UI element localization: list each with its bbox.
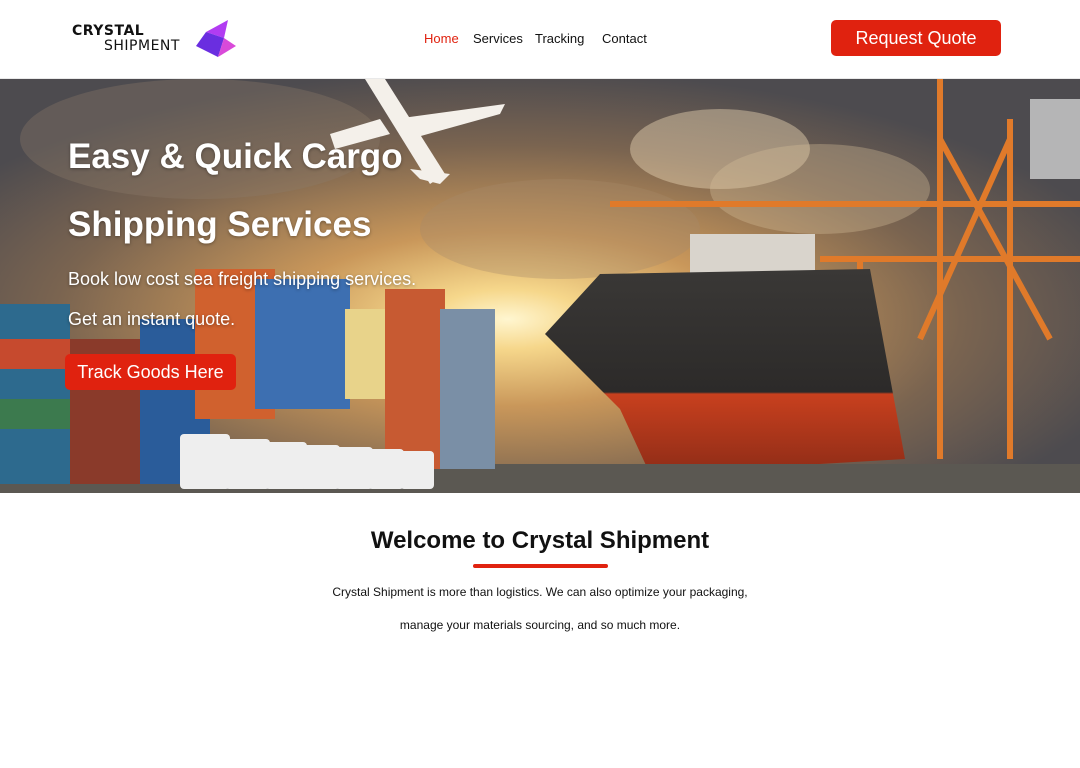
hero-banner: Easy & Quick Cargo Shipping Services Boo… — [0, 79, 1080, 493]
nav-contact[interactable]: Contact — [602, 31, 647, 46]
brand-name-line1: CRYSTAL — [72, 23, 145, 39]
welcome-heading: Welcome to Crystal Shipment — [370, 527, 710, 554]
site-header: CRYSTAL SHIPMENT Home Services Tracking … — [0, 0, 1080, 79]
request-quote-button[interactable]: Request Quote — [831, 20, 1001, 56]
brand-logo[interactable]: CRYSTAL SHIPMENT — [72, 20, 242, 60]
brand-name-line2: SHIPMENT — [104, 38, 180, 54]
nav-tracking[interactable]: Tracking — [535, 31, 584, 46]
crystal-logo-icon — [196, 20, 236, 57]
nav-services[interactable]: Services — [473, 31, 523, 46]
hero-title-line2: Shipping Services — [68, 205, 372, 244]
hero-subtitle-line1: Book low cost sea freight shipping servi… — [68, 269, 417, 289]
heading-underline — [473, 564, 608, 568]
nav-home[interactable]: Home — [424, 31, 459, 46]
hero-title-line1: Easy & Quick Cargo — [68, 137, 403, 176]
welcome-paragraph-line1: Crystal Shipment is more than logistics.… — [332, 585, 748, 599]
hero-subtitle-line2: Get an instant quote. — [68, 309, 236, 329]
welcome-paragraph-line2: manage your materials sourcing, and so m… — [399, 618, 681, 632]
track-goods-button[interactable]: Track Goods Here — [65, 354, 236, 390]
